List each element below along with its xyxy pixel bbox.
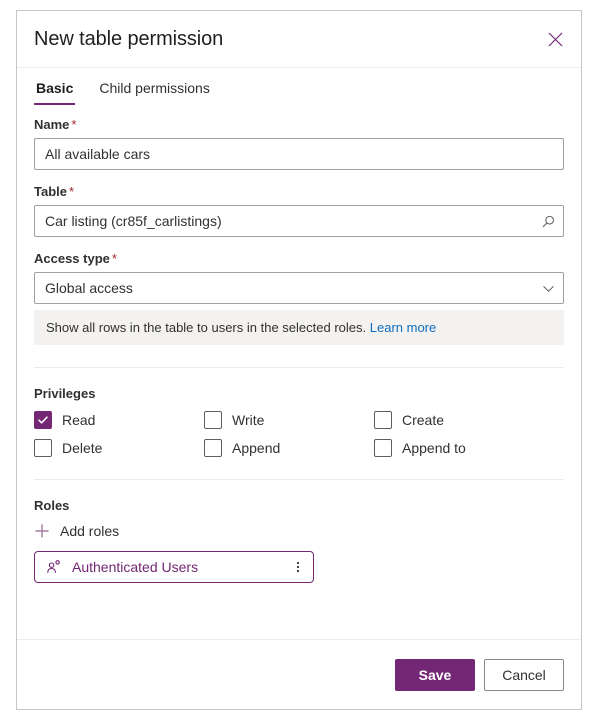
name-input[interactable]: [34, 138, 564, 170]
name-required-marker: *: [71, 117, 77, 132]
name-label-text: Name: [34, 117, 70, 132]
role-pill-label: Authenticated Users: [72, 559, 199, 575]
cancel-button[interactable]: Cancel: [484, 658, 564, 691]
privilege-checkbox-append-to[interactable]: Append to: [374, 439, 564, 457]
page-title: New table permission: [34, 27, 224, 50]
table-input-wrapper: [34, 205, 564, 237]
person-icon: [46, 559, 62, 575]
add-roles-label: Add roles: [60, 523, 120, 539]
new-table-permission-dialog: New table permission Basic Child permiss…: [16, 10, 582, 710]
access-type-info-text: Show all rows in the table to users in t…: [46, 320, 367, 335]
privilege-checkbox-write[interactable]: Write: [204, 411, 374, 429]
table-label-text: Table: [34, 184, 67, 199]
tab-list: Basic Child permissions: [17, 68, 581, 105]
table-required-marker: *: [69, 184, 75, 199]
plus-icon: [34, 523, 50, 539]
checkbox-unchecked-icon: [204, 439, 222, 457]
privileges-grid: Read Write Create Delete Append Append t…: [34, 411, 564, 457]
learn-more-link[interactable]: Learn more: [370, 320, 436, 335]
checkbox-checked-icon: [34, 411, 52, 429]
privilege-label-delete: Delete: [62, 440, 103, 456]
role-pill-authenticated-users[interactable]: Authenticated Users: [34, 551, 314, 583]
access-type-select[interactable]: [34, 272, 564, 304]
privilege-label-create: Create: [402, 412, 445, 428]
table-label: Table *: [34, 184, 564, 199]
privilege-checkbox-create[interactable]: Create: [374, 411, 564, 429]
checkbox-unchecked-icon: [34, 439, 52, 457]
close-icon: [548, 32, 563, 47]
privilege-checkbox-read[interactable]: Read: [34, 411, 204, 429]
table-input[interactable]: [34, 205, 564, 237]
privilege-label-read: Read: [62, 412, 96, 428]
access-type-label-text: Access type: [34, 251, 110, 266]
dialog-body: Name* Table* Access type*: [17, 105, 581, 639]
name-label: Name *: [34, 117, 564, 132]
privileges-divider: [34, 367, 564, 368]
checkbox-unchecked-icon: [204, 411, 222, 429]
chevron-down-icon[interactable]: [533, 273, 563, 303]
close-button[interactable]: [539, 23, 571, 55]
save-button[interactable]: Save: [395, 658, 475, 691]
tab-basic-label: Basic: [36, 80, 74, 96]
dialog-footer: Save Cancel: [17, 639, 581, 709]
table-field-group: Table *: [34, 184, 564, 237]
privilege-label-append: Append: [232, 440, 281, 456]
checkbox-unchecked-icon: [374, 411, 392, 429]
roles-title: Roles: [34, 498, 70, 513]
privilege-label-write: Write: [232, 412, 265, 428]
access-type-select-wrapper: [34, 272, 564, 304]
access-type-info-bar: Show all rows in the table to users in t…: [34, 310, 564, 345]
search-icon[interactable]: [533, 206, 563, 236]
checkbox-unchecked-icon: [374, 439, 392, 457]
access-type-label: Access type *: [34, 251, 564, 266]
add-roles-button[interactable]: Add roles: [34, 523, 119, 539]
access-type-required-marker: *: [111, 251, 117, 266]
dialog-header: New table permission: [17, 11, 581, 68]
access-type-field-group: Access type *: [34, 251, 564, 304]
tab-child-permissions-label: Child permissions: [99, 80, 210, 96]
tab-child-permissions[interactable]: Child permissions: [97, 80, 211, 105]
name-field-group: Name *: [34, 117, 564, 170]
privilege-checkbox-delete[interactable]: Delete: [34, 439, 204, 457]
more-vertical-icon[interactable]: [287, 554, 309, 580]
privilege-label-append-to: Append to: [402, 440, 466, 456]
roles-divider: [34, 479, 564, 480]
privilege-checkbox-append[interactable]: Append: [204, 439, 374, 457]
privileges-title: Privileges: [34, 386, 96, 401]
tab-basic[interactable]: Basic: [34, 80, 76, 105]
